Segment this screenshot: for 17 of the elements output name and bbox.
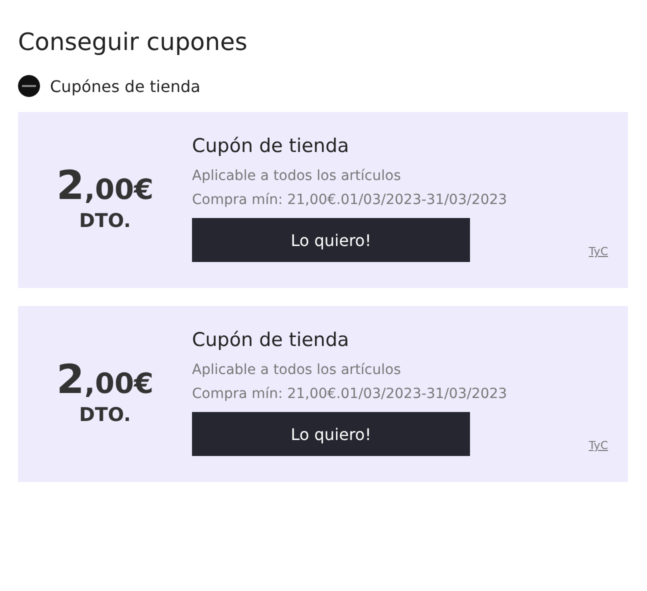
claim-button[interactable]: Lo quiero!: [192, 412, 470, 456]
claim-button[interactable]: Lo quiero!: [192, 218, 470, 262]
store-logo-icon: [18, 75, 40, 97]
store-label: Cupónes de tienda: [50, 76, 200, 96]
coupon-conditions: Compra mín: 21,00€.01/03/2023-31/03/2023: [192, 385, 508, 404]
discount-label: DTO.: [79, 210, 131, 232]
coupon-scope: Aplicable a todos los artículos: [192, 167, 402, 186]
coupon-title: Cupón de tienda: [192, 328, 350, 353]
coupon-scope: Aplicable a todos los artículos: [192, 361, 402, 380]
discount-amount: 2,00€: [56, 362, 154, 402]
coupon-conditions: Compra mín: 21,00€.01/03/2023-31/03/2023: [192, 191, 508, 210]
terms-link[interactable]: TyC: [588, 245, 608, 258]
page-title: Conseguir cupones: [18, 27, 248, 58]
coupon-title: Cupón de tienda: [192, 134, 350, 159]
discount-amount: 2,00€: [56, 168, 154, 208]
terms-link[interactable]: TyC: [588, 439, 608, 452]
discount-label: DTO.: [79, 404, 131, 426]
